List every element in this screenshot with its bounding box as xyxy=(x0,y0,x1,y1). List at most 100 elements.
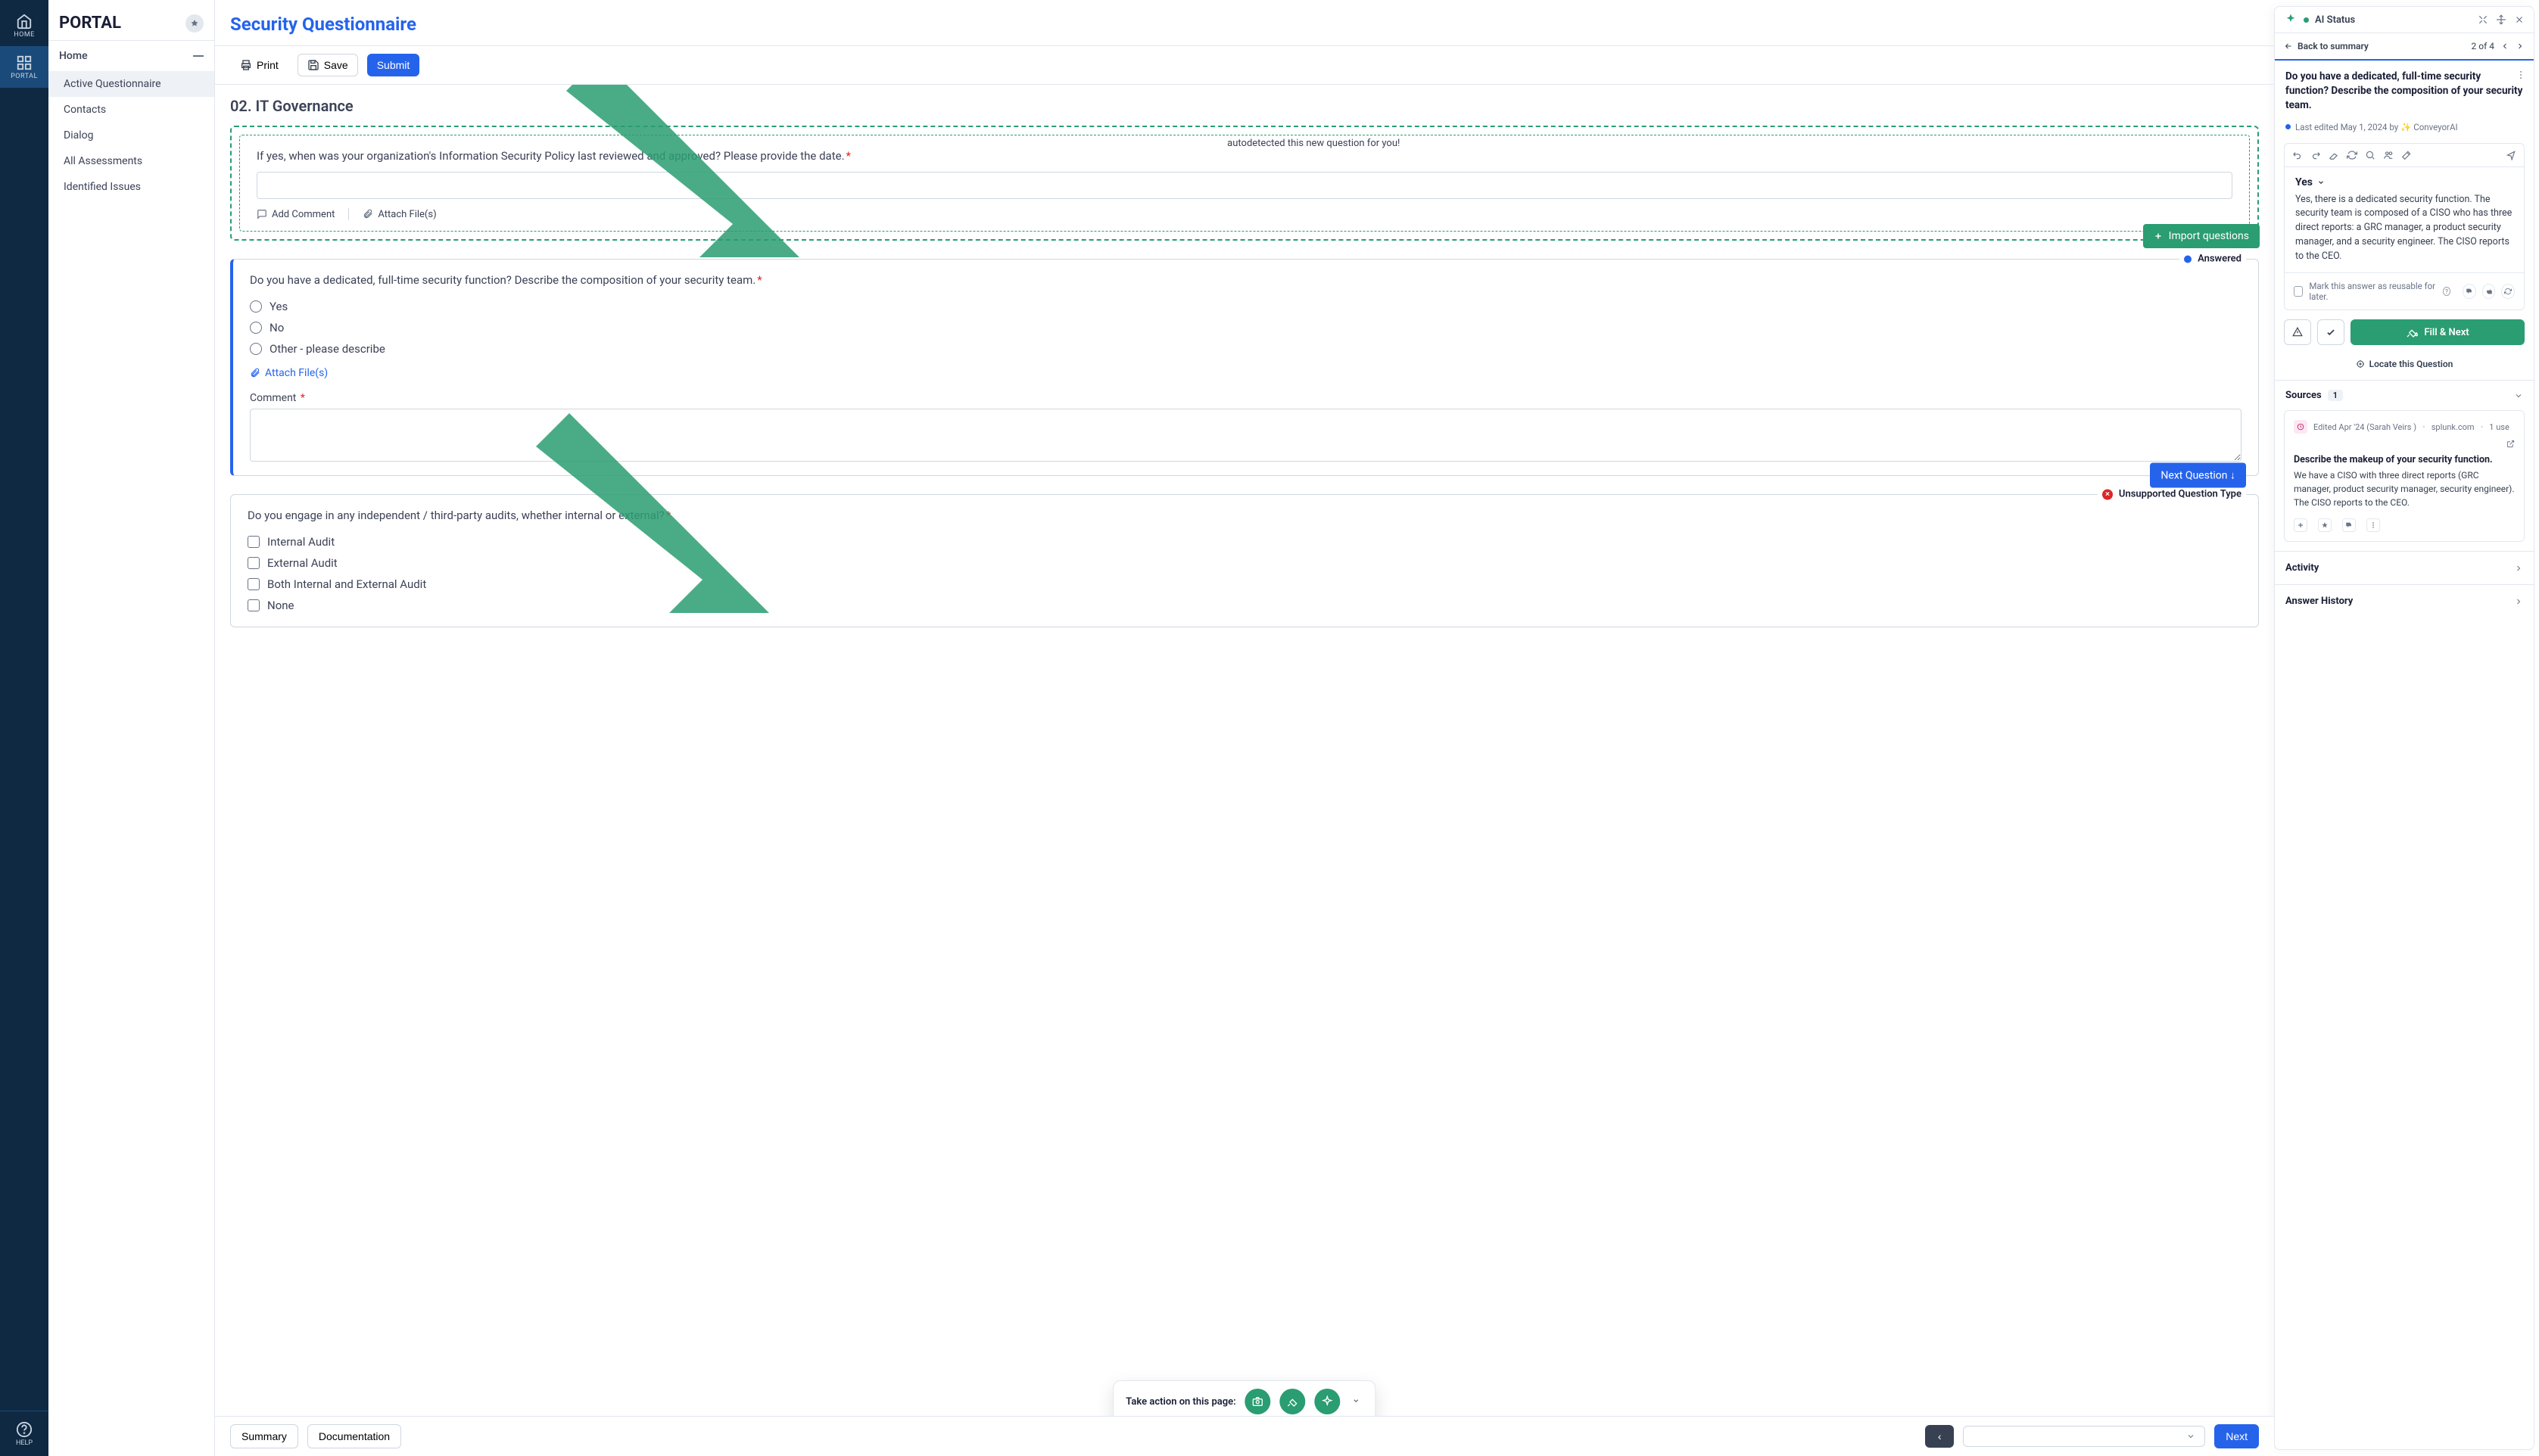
paint-bucket-icon xyxy=(2406,326,2418,338)
home-icon xyxy=(16,13,33,30)
reusable-checkbox[interactable] xyxy=(2294,286,2303,297)
comment-textarea[interactable] xyxy=(250,409,2241,462)
check-icon xyxy=(2326,327,2336,338)
grid-icon xyxy=(16,54,33,71)
error-dot-icon xyxy=(2102,489,2113,499)
activity-section[interactable]: Activity xyxy=(2275,551,2534,584)
refresh-icon[interactable] xyxy=(2347,150,2357,160)
documentation-button[interactable]: Documentation xyxy=(307,1424,401,1448)
checkbox-none[interactable]: None xyxy=(248,595,2241,616)
locate-question-button[interactable]: Locate this Question xyxy=(2275,354,2534,380)
radio-option-other[interactable]: Other - please describe xyxy=(250,338,2241,359)
import-questions-button[interactable]: Import questions xyxy=(2143,224,2260,248)
sidenav-item-active-questionnaire[interactable]: Active Questionnaire xyxy=(48,71,214,97)
search-icon[interactable] xyxy=(2365,150,2375,160)
minimize-icon[interactable] xyxy=(2478,14,2488,25)
source-add-button[interactable] xyxy=(2294,518,2307,532)
source-thumbs-down-button[interactable] xyxy=(2342,518,2356,532)
save-icon xyxy=(307,59,319,71)
wand-icon[interactable] xyxy=(2401,150,2412,160)
add-comment-button[interactable]: Add Comment xyxy=(257,209,335,220)
source-more-button[interactable] xyxy=(2366,518,2380,532)
chevron-right-icon xyxy=(2514,564,2523,573)
pill-dropdown[interactable] xyxy=(1350,1396,1363,1408)
chevron-down-icon xyxy=(1353,1397,1360,1405)
print-button[interactable]: Print xyxy=(230,54,288,76)
unsupported-badge: Unsupported Question Type xyxy=(2098,489,2246,500)
page-select[interactable] xyxy=(1963,1426,2205,1447)
sidenav-item-contacts[interactable]: Contacts xyxy=(48,97,214,123)
share-icon[interactable] xyxy=(2506,150,2516,160)
chevron-left-icon[interactable] xyxy=(2500,42,2509,51)
rail-home-label: HOME xyxy=(14,31,35,39)
close-icon[interactable] xyxy=(2514,14,2525,25)
pill-ai-button[interactable] xyxy=(1315,1389,1341,1414)
save-button[interactable]: Save xyxy=(298,54,358,76)
chevron-right-icon[interactable] xyxy=(2516,42,2525,51)
collapse-icon xyxy=(193,55,204,57)
print-icon xyxy=(240,59,252,71)
radio-icon xyxy=(250,322,262,334)
autodetect-note: autodetected this new question for you! xyxy=(1227,138,1400,149)
rail-portal[interactable]: PORTAL xyxy=(0,46,48,88)
meta-dot-icon xyxy=(2285,124,2291,129)
submit-button[interactable]: Submit xyxy=(367,54,420,76)
attach-files-link[interactable]: Attach File(s) xyxy=(250,367,328,379)
back-to-summary-button[interactable]: Back to summary xyxy=(2284,41,2369,51)
attach-files-button[interactable]: Attach File(s) xyxy=(363,209,436,220)
move-icon[interactable] xyxy=(2496,14,2506,25)
approve-button[interactable] xyxy=(2317,319,2344,345)
rail-help[interactable]: HELP xyxy=(0,1411,48,1456)
side-nav: PORTAL Home Active Questionnaire Contact… xyxy=(48,0,215,1456)
sidenav-item-dialog[interactable]: Dialog xyxy=(48,123,214,148)
fill-and-next-button[interactable]: Fill & Next xyxy=(2351,319,2525,345)
arrow-left-icon xyxy=(2284,42,2293,51)
undo-icon[interactable] xyxy=(2292,150,2303,160)
pill-camera-button[interactable] xyxy=(1245,1389,1271,1414)
erase-icon[interactable] xyxy=(2329,150,2339,160)
pager-label: 2 of 4 xyxy=(2472,41,2494,51)
thumbs-down-button[interactable] xyxy=(2463,284,2476,299)
prev-page-button[interactable]: ‹ xyxy=(1925,1425,1954,1448)
summary-button[interactable]: Summary xyxy=(230,1424,298,1448)
chevron-down-icon xyxy=(2317,179,2325,186)
regenerate-button[interactable] xyxy=(2501,284,2515,299)
checkbox-internal-audit[interactable]: Internal Audit xyxy=(248,531,2241,552)
users-icon[interactable] xyxy=(2383,150,2394,160)
sidenav-section-label: Home xyxy=(59,50,88,62)
sources-count: 1 xyxy=(2328,390,2343,401)
help-tooltip-icon[interactable]: ? xyxy=(2443,287,2451,296)
next-button[interactable]: Next xyxy=(2214,1424,2259,1448)
star-icon xyxy=(2321,521,2329,529)
flag-button[interactable] xyxy=(2284,319,2311,345)
radio-option-yes[interactable]: Yes xyxy=(250,296,2241,317)
sources-section-header[interactable]: Sources 1 xyxy=(2275,381,2534,410)
answer-input[interactable] xyxy=(257,172,2232,199)
rail-help-label: HELP xyxy=(16,1439,33,1447)
answer-history-section[interactable]: Answer History xyxy=(2275,584,2534,618)
more-menu-button[interactable] xyxy=(2516,70,2526,85)
radio-option-no[interactable]: No xyxy=(250,317,2241,338)
pill-fill-button[interactable] xyxy=(1280,1389,1306,1414)
next-question-button[interactable]: Next Question ↓ xyxy=(2150,463,2246,488)
answered-badge: Answered xyxy=(2179,254,2246,265)
checkbox-external-audit[interactable]: External Audit xyxy=(248,552,2241,574)
rail-home[interactable]: HOME xyxy=(0,5,48,46)
content-scroll[interactable]: 02. IT Governance autodetected this new … xyxy=(215,85,2274,1456)
status-dot-icon xyxy=(2304,17,2309,23)
panel-question: Do you have a dedicated, full-time secur… xyxy=(2275,61,2534,122)
plus-icon xyxy=(2297,521,2304,529)
pin-button[interactable] xyxy=(185,14,204,33)
source-star-button[interactable] xyxy=(2318,518,2332,532)
sidenav-item-identified-issues[interactable]: Identified Issues xyxy=(48,174,214,200)
source-card: Edited Apr '24 (Sarah Veirs ) • splunk.c… xyxy=(2284,410,2525,542)
sidenav-section-home[interactable]: Home xyxy=(48,41,214,71)
source-edited-by: Edited Apr '24 (Sarah Veirs ) xyxy=(2313,422,2416,432)
checkbox-both-audit[interactable]: Both Internal and External Audit xyxy=(248,574,2241,595)
external-link-icon[interactable] xyxy=(2506,440,2515,448)
question-text: If yes, when was your organization's Inf… xyxy=(257,149,2232,163)
answer-select[interactable]: Yes xyxy=(2295,176,2325,188)
redo-icon[interactable] xyxy=(2310,150,2321,160)
thumbs-up-button[interactable] xyxy=(2482,284,2496,299)
sidenav-item-all-assessments[interactable]: All Assessments xyxy=(48,148,214,174)
